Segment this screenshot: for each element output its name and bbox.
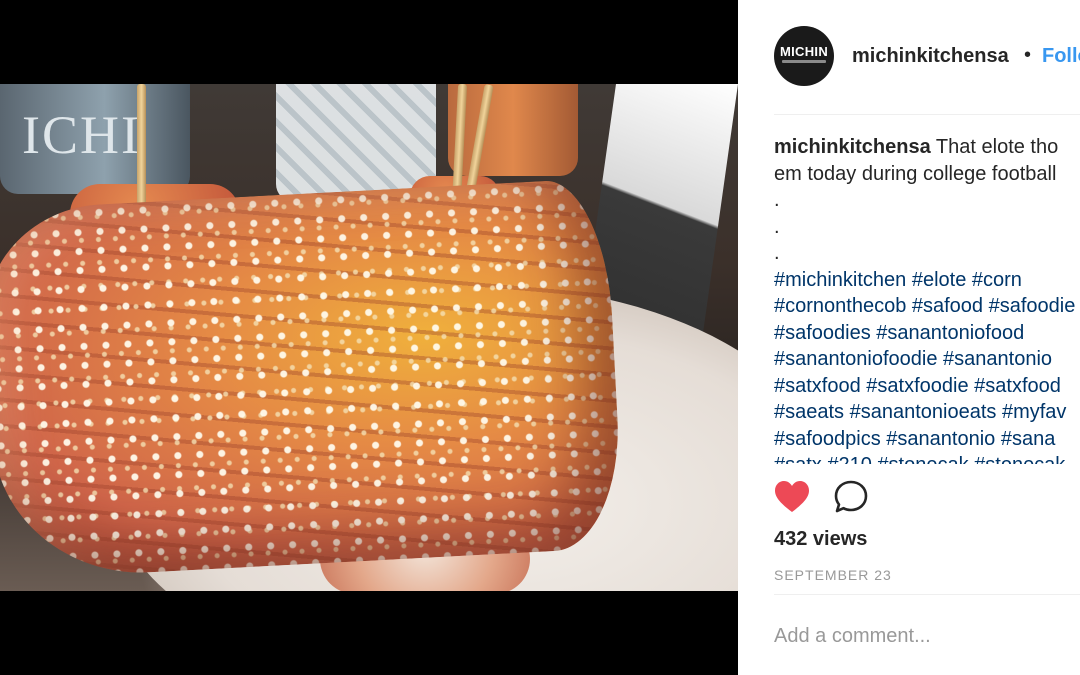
avatar-logo-subline — [782, 60, 826, 63]
post-header: MICHIN michinkitchensa • Follow — [738, 0, 1080, 114]
hashtag-line[interactable]: #satxfood #satxfoodie #satxfood — [774, 373, 1080, 400]
post-sidebar: MICHIN michinkitchensa • Follow michinki… — [738, 0, 1080, 675]
avatar[interactable]: MICHIN — [774, 26, 834, 86]
caption-username[interactable]: michinkitchensa — [774, 136, 931, 158]
header-username[interactable]: michinkitchensa — [852, 45, 1009, 68]
caption-dot: . — [774, 242, 780, 264]
sauce-jar: ICHI — [0, 84, 190, 194]
hashtag-line[interactable]: #michinkitchen #elote #corn — [774, 267, 1080, 294]
action-bar — [774, 478, 974, 518]
caption-dot: . — [774, 215, 780, 238]
hashtag-line[interactable]: #sanantoniofoodie #sanantonio — [774, 346, 1080, 373]
heart-icon[interactable] — [774, 480, 810, 514]
follow-button[interactable]: Follow — [1042, 45, 1080, 68]
caption-line: michinkitchensa That elote tho — [774, 134, 1080, 161]
elote-corn — [0, 177, 625, 581]
hashtag-line[interactable]: #satx #210 #stonecak #stonecak — [774, 452, 1080, 464]
post-date: SEPTEMBER 23 — [774, 567, 892, 583]
lantern — [276, 84, 436, 202]
header-separator: • — [1024, 44, 1032, 66]
caption-text: em today during college football — [774, 162, 1057, 185]
avatar-logo-text: MICHIN — [779, 44, 829, 59]
post-photo[interactable]: ICHI — [0, 84, 738, 591]
comment-input[interactable] — [774, 616, 1074, 656]
divider — [774, 594, 1080, 595]
hashtag-line[interactable]: #safoodies #sanantoniofood — [774, 320, 1080, 347]
hashtag-line[interactable]: #cornonthecob #safood #safoodie — [774, 293, 1080, 320]
hashtag-line[interactable]: #saeats #sanantonioeats #myfav — [774, 399, 1080, 426]
post-media[interactable]: ICHI — [0, 0, 738, 675]
caption-dot: . — [774, 189, 780, 211]
caption-text: That elote tho — [935, 136, 1059, 158]
divider — [774, 114, 1080, 115]
comment-icon[interactable] — [834, 480, 870, 514]
drink-glass — [448, 84, 578, 176]
caption: michinkitchensa That elote tho em today … — [774, 134, 1080, 464]
hashtag-line[interactable]: #safoodpics #sanantonio #sana — [774, 426, 1080, 453]
view-count[interactable]: 432 views — [774, 528, 867, 551]
